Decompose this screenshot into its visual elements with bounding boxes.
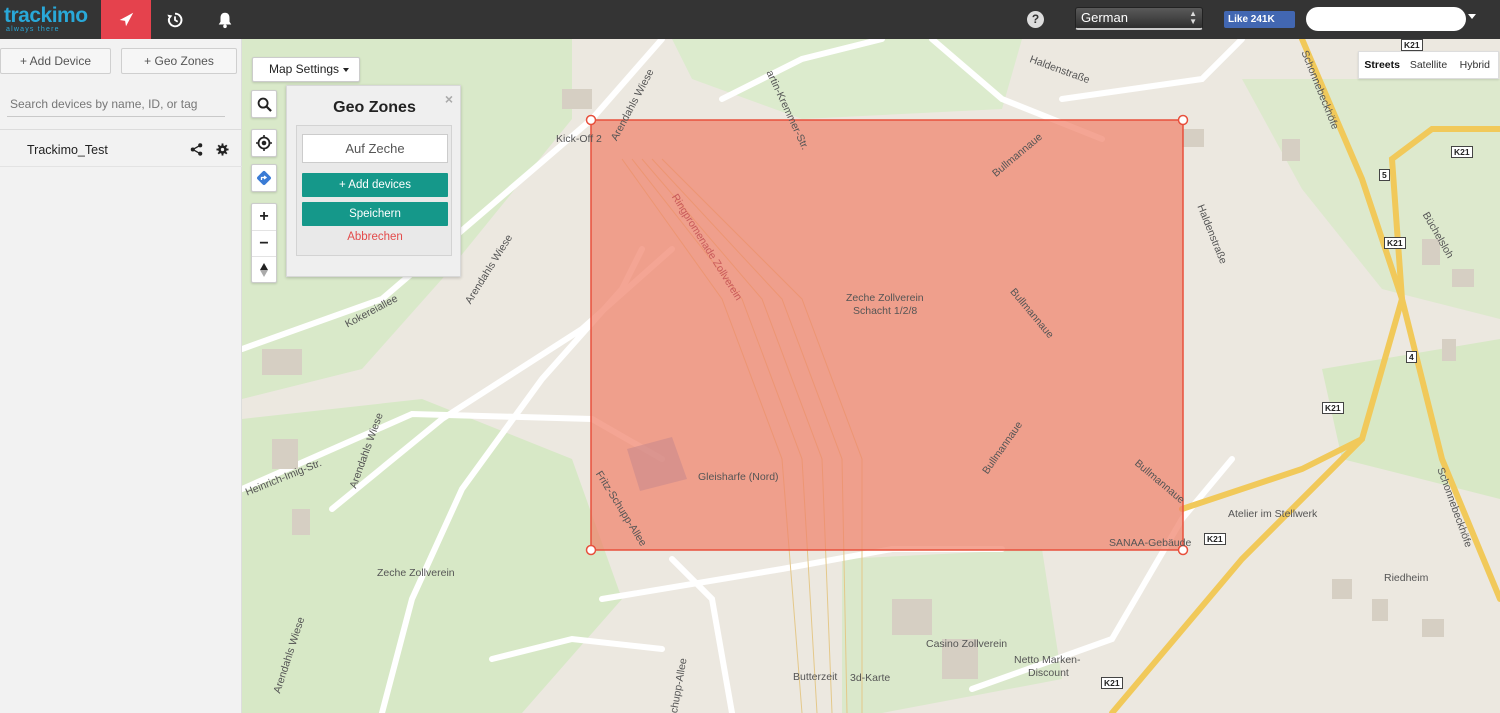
road-shield-4: 4 [1406,351,1417,363]
map-type-streets[interactable]: Streets [1359,52,1405,78]
compass-button[interactable] [252,256,276,282]
map-type-satellite[interactable]: Satellite [1405,52,1451,78]
map-locate-control[interactable] [251,129,277,157]
road-shield-k21: K21 [1322,402,1344,414]
map-settings-dropdown[interactable]: Map Settings [252,57,360,82]
device-list-item[interactable]: Trackimo_Test [0,135,242,165]
device-search-input[interactable] [7,91,225,117]
logo-wordmark: trackimo [4,4,88,27]
save-button[interactable]: Speichern [302,202,448,226]
poi-zeche-zollverein-park[interactable]: Zeche Zollverein [377,567,455,579]
poi-3d-karte[interactable]: 3d-Karte [850,672,890,684]
user-menu-caret-icon[interactable] [1468,14,1476,19]
close-icon[interactable]: × [445,91,453,107]
caret-down-icon [343,67,350,72]
sidebar: + Add Device + Geo Zones Trackimo_Test [0,39,242,713]
map-zoom-control[interactable]: + − [251,203,277,283]
road-shield-k21: K21 [1451,146,1473,158]
poi-casino[interactable]: Casino Zollverein [926,638,1007,650]
poi-gleisharfe[interactable]: Gleisharfe (Nord) [698,471,779,483]
poi-atelier[interactable]: Atelier im Stellwerk [1228,508,1317,520]
sidebar-divider [0,129,242,130]
cancel-button[interactable]: Abbrechen [302,231,448,243]
add-device-button[interactable]: + Add Device [0,48,111,74]
map-type-toggle: Streets Satellite Hybrid [1358,51,1499,79]
map-type-hybrid[interactable]: Hybrid [1452,52,1498,78]
directions-icon[interactable] [256,170,272,186]
road-shield-k21: K21 [1204,533,1226,545]
zone-handle-bottom-left[interactable] [585,544,597,556]
road-shield-5: 5 [1379,169,1390,181]
gear-icon[interactable] [216,143,229,156]
park-area [1322,339,1500,499]
poi-zeche-zollverein[interactable]: Zeche Zollverein [846,292,924,304]
facebook-like-label: Like 241K [1228,14,1275,25]
nav-tracking-button[interactable] [101,0,151,39]
map-search-control[interactable] [251,90,277,118]
poi-netto-line2: Discount [1028,667,1069,679]
user-menu[interactable] [1306,7,1466,31]
compass-icon [260,262,268,277]
zone-handle-top-right[interactable] [1177,114,1189,126]
geo-zones-title: Geo Zones [333,99,416,116]
locate-target-icon[interactable] [256,135,272,151]
language-value: German [1081,10,1128,25]
device-name: Trackimo_Test [27,143,108,157]
place-riedheim: Riedheim [1384,572,1429,584]
poi-kick-off[interactable]: Kick-Off 2 [556,133,602,145]
trackimo-logo[interactable]: trackimo always there [4,4,100,34]
history-icon [167,12,183,27]
park-area [842,549,1062,713]
nav-alerts-button[interactable] [200,0,250,39]
map-settings-label: Map Settings [269,62,340,76]
device-row-divider [0,166,242,167]
bell-icon [218,12,232,28]
poi-zeche-zollverein-schacht: Schacht 1/2/8 [853,305,918,317]
zone-handle-top-left[interactable] [585,114,597,126]
zone-name-input[interactable] [302,134,448,163]
top-bar: trackimo always there ? German ▲ ▼ Like 2… [0,0,1500,39]
map-directions-control[interactable] [251,164,277,192]
language-select[interactable]: German ▲ ▼ [1075,7,1203,30]
navigation-arrow-icon [119,12,134,26]
geo-zones-panel: Geo Zones × + Add devices Speichern Abbr… [286,85,461,277]
search-icon[interactable] [257,97,272,112]
park-area [672,39,1022,119]
nav-history-button[interactable] [150,0,200,39]
geo-zone-rectangle[interactable] [590,119,1184,551]
select-arrows-icon: ▲ ▼ [1189,9,1197,26]
zoom-out-button[interactable]: − [252,230,276,256]
zoom-in-button[interactable]: + [252,204,276,230]
road-shield-k21: K21 [1384,237,1406,249]
poi-butterzeit[interactable]: Butterzeit [793,671,837,683]
facebook-like-button[interactable]: Like 241K [1224,11,1295,28]
road-shield-k21: K21 [1101,677,1123,689]
share-icon[interactable] [190,143,203,156]
poi-netto[interactable]: Netto Marken- [1014,654,1081,666]
logo-tagline: always there [6,26,60,33]
geo-zone-form: + Add devices Speichern Abbrechen [296,125,452,256]
poi-sanaa[interactable]: SANAA-Gebäude [1109,537,1191,549]
add-devices-button[interactable]: + Add devices [302,173,448,197]
help-icon[interactable]: ? [1027,11,1044,28]
geo-zones-button[interactable]: + Geo Zones [121,48,237,74]
road-shield-k21: K21 [1401,39,1423,51]
